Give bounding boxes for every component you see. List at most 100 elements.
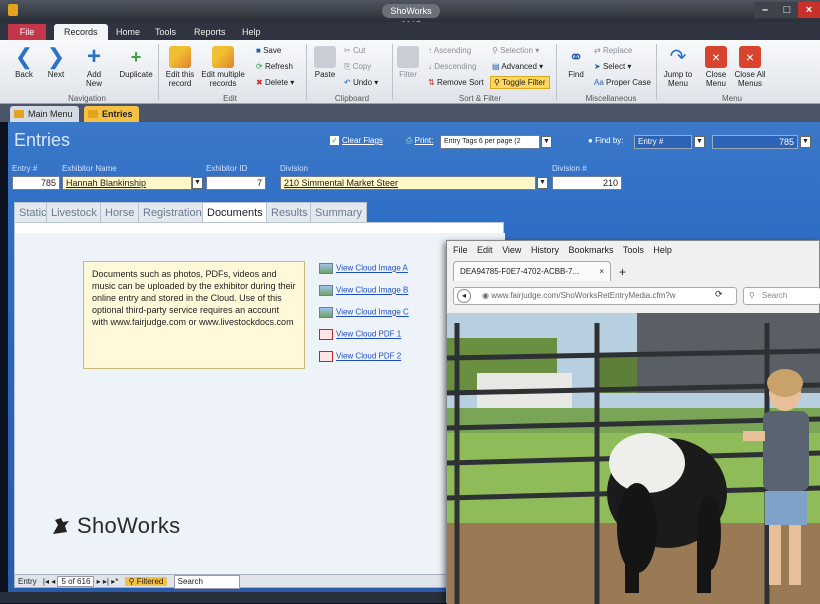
search-box[interactable]: Search [173,575,240,589]
subtab-summary[interactable]: Summary [310,202,368,222]
find-by-select[interactable]: Entry # [634,135,692,149]
tab-entries[interactable]: Entries [84,106,139,122]
close-all-menus-button[interactable]: × Close All Menus [732,46,768,88]
reload-icon[interactable]: ⟳ [715,289,723,300]
cloud-image-b-link[interactable]: View Cloud Image B [319,285,408,296]
print-select[interactable]: Entry Tags 6 per page (2 [440,135,540,149]
duplicate-icon: + [130,47,142,67]
find-input[interactable]: 785 [712,135,798,149]
browser-menu-bookmarks[interactable]: Bookmarks [568,245,613,255]
ascending-button[interactable]: ↑ Ascending [428,46,471,55]
globe-icon: ◉ [482,291,492,300]
descending-button[interactable]: ↓ Descending [428,62,476,71]
selection-icon: ⚲ [492,46,501,55]
browser-menu-history[interactable]: History [531,245,559,255]
browser-window: File Edit View History Bookmarks Tools H… [446,240,820,604]
photo-image [447,313,820,604]
browser-menu-view[interactable]: View [502,245,521,255]
select-icon: ➤ [594,62,603,71]
maximize-button[interactable]: □ [776,2,798,18]
duplicate-button[interactable]: + Duplicate [116,46,156,79]
showorks-logo: ShoWorks [49,513,180,539]
browser-search-input[interactable]: ⚲ Search [743,287,820,305]
tab-home[interactable]: Home [106,24,150,40]
next-record-button[interactable]: ▸ [97,577,101,586]
save-button[interactable]: ■ Save [256,46,281,55]
cut-button[interactable]: ✂ Cut [344,46,365,55]
chevron-down-icon[interactable]: ▼ [541,136,552,148]
browser-tab[interactable]: DEA94785-F0E7-4702-ACBB-7... × [453,261,611,281]
last-record-button[interactable]: ▸| [103,577,109,586]
jump-to-menu-button[interactable]: ↷ Jump to Menu [660,46,696,88]
first-record-button[interactable]: |◂ [43,577,49,586]
division-field[interactable]: 210 Simmental Market Steer [280,176,536,190]
undo-icon: ↶ [344,78,353,87]
exhibitor-id-field[interactable]: 7 [206,176,266,190]
chevron-down-icon[interactable]: ▼ [537,177,548,189]
back-button[interactable]: ❮ Back [12,46,36,80]
save-icon: ■ [256,46,264,55]
entry-number-field[interactable]: 785 [12,176,60,190]
filter-button[interactable]: Filter [396,46,420,79]
new-tab-button[interactable]: + [619,265,626,279]
back-circle-icon[interactable]: ◂ [457,289,471,303]
exhibitor-id-label: Exhibitor ID [206,164,248,173]
refresh-button[interactable]: ⟳ Refresh [256,62,293,71]
close-tab-icon[interactable]: × [599,262,604,281]
window-title: ShoWorks 2015 [382,4,440,30]
tab-file[interactable]: File [8,24,46,40]
new-record-button[interactable]: ▸* [111,577,118,586]
prev-record-button[interactable]: ◂ [51,577,55,586]
toggle-filter-button[interactable]: ⚲ Toggle Filter [490,76,550,89]
subtab-documents[interactable]: Documents [202,202,268,222]
chevron-down-icon[interactable]: ▼ [800,136,811,148]
cloud-image-c-link[interactable]: View Cloud Image C [319,307,409,318]
group-menu-label: Menu [721,94,742,103]
advanced-icon: ▤ [492,62,502,71]
add-new-button[interactable]: + Add New [80,45,108,89]
tab-tools[interactable]: Tools [145,24,186,40]
select-button[interactable]: ➤ Select ▾ [594,62,631,71]
chevron-down-icon[interactable]: ▼ [694,136,705,148]
exhibitor-name-field[interactable]: Hannah Blankinship [62,176,192,190]
paste-button[interactable]: Paste [312,46,338,79]
tab-main-menu[interactable]: Main Menu [10,106,79,122]
subtab-horse[interactable]: Horse [100,202,140,222]
edit-this-record-button[interactable]: Edit this record [162,46,198,88]
subtab-registration[interactable]: Registration [138,202,207,222]
browser-menu-help[interactable]: Help [653,245,672,255]
undo-button[interactable]: ↶ Undo ▾ [344,78,378,87]
subtab-livestock[interactable]: Livestock [46,202,102,222]
advanced-button[interactable]: ▤ Advanced ▾ [492,62,543,71]
tab-records[interactable]: Records [54,24,108,40]
browser-menu-file[interactable]: File [453,245,468,255]
cloud-pdf-1-link[interactable]: View Cloud PDF 1 [319,329,401,340]
browser-menu-edit[interactable]: Edit [477,245,493,255]
browser-menu-tools[interactable]: Tools [623,245,644,255]
tab-reports[interactable]: Reports [184,24,236,40]
funnel-icon [397,46,419,68]
minimize-button[interactable]: – [754,2,776,18]
delete-button[interactable]: ✖ Delete ▾ [256,78,294,87]
record-position[interactable]: 5 of 616 [57,576,95,587]
subtab-results[interactable]: Results [266,202,313,222]
next-button[interactable]: ❯ Next [44,46,68,80]
tab-help[interactable]: Help [232,24,271,40]
url-bar[interactable]: ◉ www.fairjudge.com/ShoWorksRetEntryMedi… [453,287,737,305]
replace-button[interactable]: ⇄ Replace [594,46,632,55]
cloud-image-a-link[interactable]: View Cloud Image A [319,263,408,274]
remove-sort-button[interactable]: ⇅ Remove Sort [428,78,484,87]
filtered-badge[interactable]: ⚲ Filtered [124,577,168,586]
clear-flags-link[interactable]: ✓ Clear Flags [330,136,383,145]
copy-button[interactable]: ⎘ Copy [344,62,371,72]
close-window-button[interactable]: × [798,2,820,18]
close-menu-button[interactable]: × Close Menu [702,46,730,88]
proper-case-button[interactable]: Aa Proper Case [594,78,651,87]
title-bar: ShoWorks 2015 – □ × [0,0,820,30]
division-number-field[interactable]: 210 [552,176,622,190]
edit-multiple-button[interactable]: Edit multiple records [200,46,246,88]
selection-button[interactable]: ⚲ Selection ▾ [492,46,539,55]
cloud-pdf-2-link[interactable]: View Cloud PDF 2 [319,351,401,362]
find-button[interactable]: ⚭ Find [564,46,588,79]
chevron-down-icon[interactable]: ▼ [192,177,203,189]
